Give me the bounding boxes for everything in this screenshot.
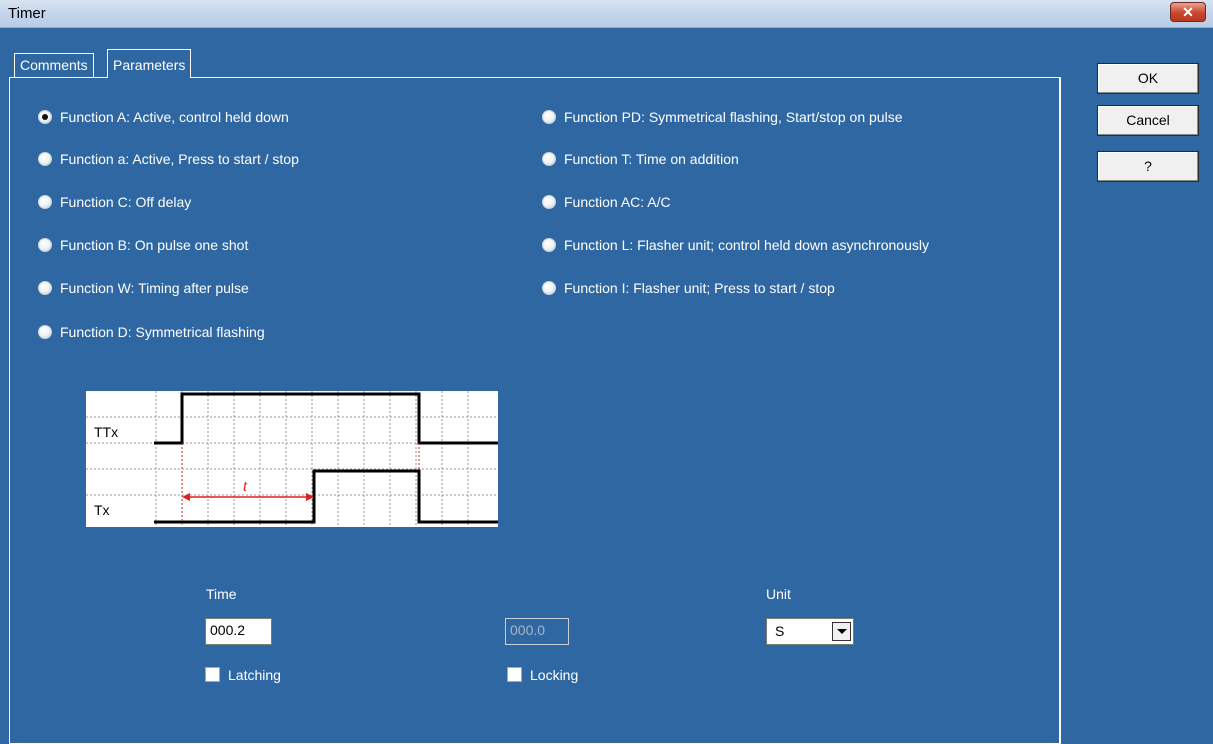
latching-label: Latching [228,667,281,683]
radio-icon [542,152,556,166]
radio-label: Function D: Symmetrical flashing [60,324,265,340]
window-title: Timer [8,5,46,22]
unit-label: Unit [766,586,791,602]
radio-icon [542,195,556,209]
radio-icon [38,152,52,166]
close-icon: ✕ [1182,4,1194,20]
radio-label: Function AC: A/C [564,194,671,210]
radio-label: Function a: Active, Press to start / sto… [60,151,299,167]
radio-label: Function L: Flasher unit; control held d… [564,237,929,253]
title-bar: Timer ✕ [0,0,1213,28]
time-input[interactable]: 000.2 [205,618,272,645]
ok-button[interactable]: OK [1097,63,1199,94]
radio-icon [38,195,52,209]
radio-label: Function B: On pulse one shot [60,237,249,253]
radio-label: Function I: Flasher unit; Press to start… [564,280,835,296]
dialog-body: Comments Parameters Function A: Active, … [0,27,1213,744]
diagram-background [86,391,498,527]
radio-icon [38,325,52,339]
locking-label: Locking [530,667,579,683]
tx-label: Tx [94,502,110,518]
radio-selected-icon [38,110,52,124]
radio-icon [542,281,556,295]
radio-icon [38,238,52,252]
chevron-down-icon[interactable] [832,622,851,641]
checkbox-icon [205,667,220,682]
tab-parameters[interactable]: Parameters [107,49,192,78]
tab-comments[interactable]: Comments [14,53,94,77]
time-label: Time [206,586,237,602]
radio-icon [38,281,52,295]
time2-input: 000.0 [505,618,569,645]
radio-icon [542,110,556,124]
timing-diagram: TTx Tx t [86,391,498,527]
radio-icon [542,238,556,252]
radio-label: Function W: Timing after pulse [60,280,249,296]
help-button[interactable]: ? [1097,151,1199,182]
close-button[interactable]: ✕ [1170,2,1206,22]
radio-label: Function T: Time on addition [564,151,739,167]
radio-label: Function A: Active, control held down [60,109,289,125]
checkbox-icon [507,667,522,682]
unit-value: S [775,623,785,639]
unit-select[interactable]: S [766,618,854,645]
radio-label: Function C: Off delay [60,194,192,210]
ttx-label: TTx [94,424,118,440]
cancel-button[interactable]: Cancel [1097,105,1199,136]
radio-label: Function PD: Symmetrical flashing, Start… [564,109,903,125]
